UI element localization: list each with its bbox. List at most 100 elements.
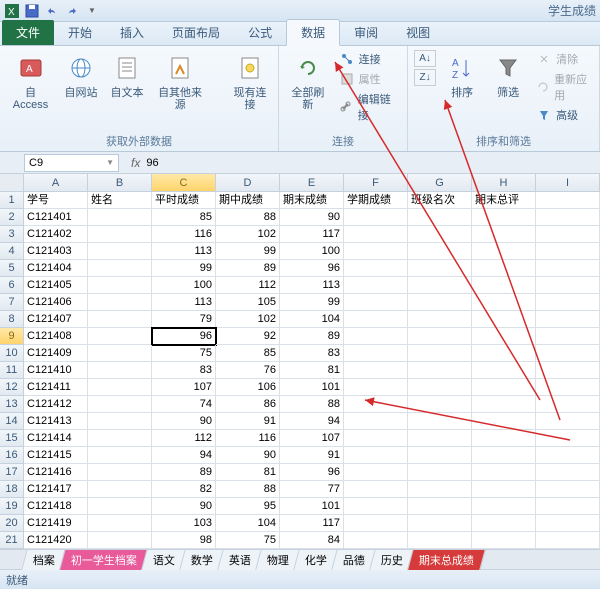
- from-text-button[interactable]: 自文本: [107, 50, 147, 101]
- cell[interactable]: 82: [152, 481, 216, 498]
- cell[interactable]: C121407: [24, 311, 88, 328]
- cell[interactable]: [472, 328, 536, 345]
- cell[interactable]: 88: [280, 396, 344, 413]
- row-header[interactable]: 16: [0, 447, 24, 464]
- cell[interactable]: [536, 481, 600, 498]
- row-header[interactable]: 5: [0, 260, 24, 277]
- column-header[interactable]: F: [344, 174, 408, 192]
- cell[interactable]: [344, 532, 408, 549]
- cell[interactable]: [344, 447, 408, 464]
- cell[interactable]: [408, 379, 472, 396]
- cell[interactable]: [472, 345, 536, 362]
- cell[interactable]: [344, 294, 408, 311]
- cell[interactable]: [472, 532, 536, 549]
- tab-layout[interactable]: 页面布局: [158, 20, 234, 45]
- sort-za-button[interactable]: Z↓: [414, 69, 436, 86]
- cell[interactable]: [472, 226, 536, 243]
- cell[interactable]: [408, 362, 472, 379]
- row-header[interactable]: 21: [0, 532, 24, 549]
- row-header[interactable]: 12: [0, 379, 24, 396]
- cell[interactable]: [88, 481, 152, 498]
- cell[interactable]: [408, 447, 472, 464]
- cell[interactable]: [344, 362, 408, 379]
- edit-links-button[interactable]: 编辑链接: [337, 90, 401, 124]
- cell[interactable]: [536, 532, 600, 549]
- cell[interactable]: [408, 209, 472, 226]
- cell[interactable]: C121403: [24, 243, 88, 260]
- row-header[interactable]: 13: [0, 396, 24, 413]
- cell[interactable]: 101: [280, 498, 344, 515]
- cell[interactable]: [472, 243, 536, 260]
- cell[interactable]: 96: [280, 464, 344, 481]
- cell[interactable]: 96: [280, 260, 344, 277]
- row-header[interactable]: 15: [0, 430, 24, 447]
- cell[interactable]: [344, 515, 408, 532]
- cell[interactable]: [472, 481, 536, 498]
- cell[interactable]: [88, 260, 152, 277]
- cell[interactable]: [408, 413, 472, 430]
- cell[interactable]: C121410: [24, 362, 88, 379]
- cell[interactable]: 117: [280, 515, 344, 532]
- cell[interactable]: [344, 243, 408, 260]
- cell[interactable]: 101: [280, 379, 344, 396]
- cell[interactable]: 91: [216, 413, 280, 430]
- cell[interactable]: 班级名次: [408, 192, 472, 209]
- cell[interactable]: 113: [280, 277, 344, 294]
- cell[interactable]: 75: [152, 345, 216, 362]
- cell[interactable]: C121404: [24, 260, 88, 277]
- cell[interactable]: 102: [216, 311, 280, 328]
- cell[interactable]: [88, 447, 152, 464]
- cell[interactable]: 83: [152, 362, 216, 379]
- cell[interactable]: [88, 396, 152, 413]
- cell[interactable]: 112: [152, 430, 216, 447]
- cell[interactable]: C121414: [24, 430, 88, 447]
- cell[interactable]: [536, 277, 600, 294]
- cell[interactable]: [472, 515, 536, 532]
- cell[interactable]: [344, 481, 408, 498]
- cell[interactable]: 期末总评: [472, 192, 536, 209]
- cell[interactable]: C121413: [24, 413, 88, 430]
- cell[interactable]: [472, 396, 536, 413]
- cell[interactable]: [88, 498, 152, 515]
- qat-dropdown-icon[interactable]: ▼: [84, 3, 100, 19]
- row-header[interactable]: 20: [0, 515, 24, 532]
- filter-button[interactable]: 筛选: [488, 50, 528, 101]
- cell[interactable]: [408, 243, 472, 260]
- cell[interactable]: [536, 430, 600, 447]
- cell[interactable]: [408, 311, 472, 328]
- cell[interactable]: [408, 294, 472, 311]
- from-access-button[interactable]: A自 Access: [6, 50, 55, 113]
- cell[interactable]: 98: [152, 532, 216, 549]
- cell[interactable]: 96: [152, 328, 216, 345]
- cell[interactable]: 117: [280, 226, 344, 243]
- column-header[interactable]: E: [280, 174, 344, 192]
- advanced-button[interactable]: 高级: [534, 106, 593, 124]
- cell[interactable]: 113: [152, 243, 216, 260]
- tab-home[interactable]: 开始: [54, 20, 106, 45]
- row-header[interactable]: 1: [0, 192, 24, 209]
- undo-icon[interactable]: [44, 3, 60, 19]
- cell[interactable]: [344, 209, 408, 226]
- cell[interactable]: 平时成绩: [152, 192, 216, 209]
- cell[interactable]: 100: [280, 243, 344, 260]
- cell[interactable]: 94: [152, 447, 216, 464]
- cell[interactable]: C121420: [24, 532, 88, 549]
- cell[interactable]: [536, 192, 600, 209]
- cell[interactable]: [536, 447, 600, 464]
- row-header[interactable]: 8: [0, 311, 24, 328]
- cell[interactable]: 期末成绩: [280, 192, 344, 209]
- cell[interactable]: [344, 311, 408, 328]
- cell[interactable]: [536, 362, 600, 379]
- cell[interactable]: 116: [216, 430, 280, 447]
- formula-input[interactable]: 96: [146, 157, 158, 169]
- existing-connections-button[interactable]: 现有连接: [228, 50, 272, 113]
- cell[interactable]: C121401: [24, 209, 88, 226]
- cell[interactable]: 107: [152, 379, 216, 396]
- cell[interactable]: 84: [280, 532, 344, 549]
- cell[interactable]: [344, 379, 408, 396]
- cell[interactable]: 91: [280, 447, 344, 464]
- cell[interactable]: C121406: [24, 294, 88, 311]
- cell[interactable]: [472, 362, 536, 379]
- cell[interactable]: C121402: [24, 226, 88, 243]
- cell[interactable]: [88, 532, 152, 549]
